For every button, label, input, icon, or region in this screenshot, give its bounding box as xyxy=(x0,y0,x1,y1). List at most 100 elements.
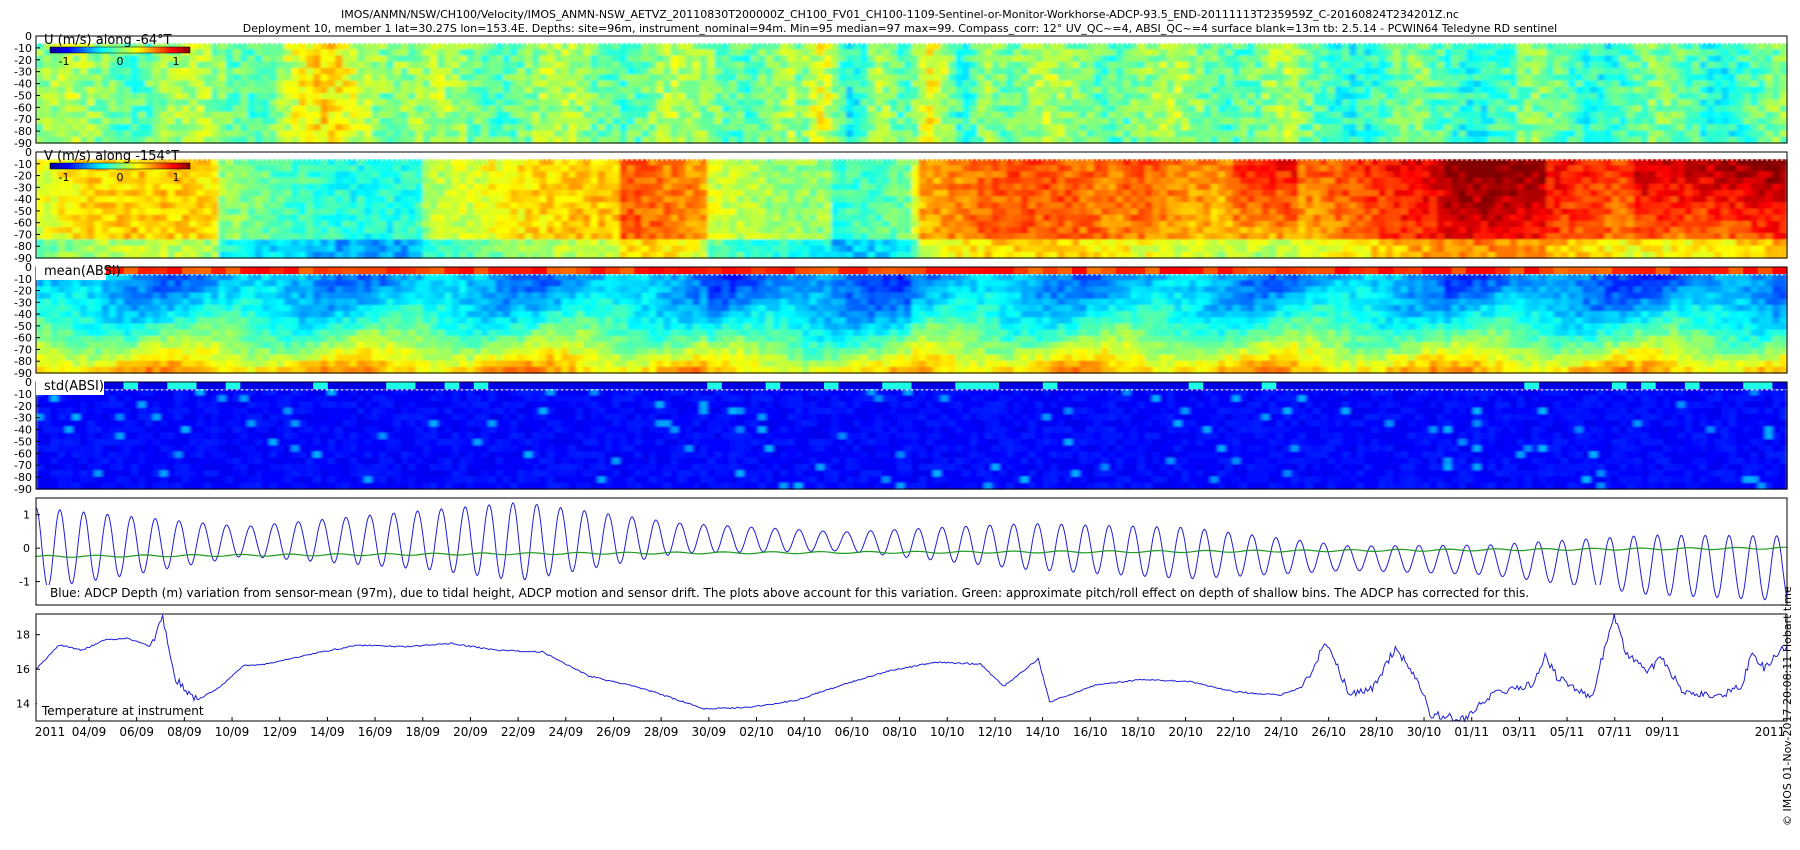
heatmap-cell xyxy=(634,49,643,57)
heatmap-cell xyxy=(1560,118,1569,125)
heatmap-cell xyxy=(780,61,789,69)
heatmap-cell xyxy=(1130,80,1139,88)
heatmap-cell xyxy=(1028,93,1037,100)
heatmap-cell xyxy=(1130,130,1139,138)
heatmap-cell xyxy=(1276,105,1285,113)
heatmap-cell xyxy=(889,49,898,57)
heatmap-cell xyxy=(875,130,883,138)
heatmap-cell xyxy=(1217,49,1226,57)
heatmap-cell xyxy=(94,74,103,82)
heatmap-cell xyxy=(43,105,52,113)
heatmap-cell xyxy=(1407,130,1416,138)
heatmap-cell xyxy=(1115,130,1124,138)
heatmap-cell xyxy=(1181,86,1190,94)
heatmap-cell xyxy=(1072,55,1080,63)
heatmap-cell xyxy=(597,111,606,119)
heatmap-cell xyxy=(641,55,650,63)
heatmap-cell xyxy=(269,130,278,138)
heatmap-cell xyxy=(1072,105,1080,113)
heatmap-cell xyxy=(1560,111,1569,119)
heatmap-cell xyxy=(444,49,453,57)
heatmap-cell xyxy=(911,99,920,107)
heatmap-cell xyxy=(889,130,898,138)
heatmap-cell xyxy=(145,86,154,94)
heatmap-cell xyxy=(87,220,95,228)
heatmap-cell xyxy=(1721,124,1730,132)
heatmap-cell xyxy=(1743,93,1752,100)
heatmap-cell xyxy=(707,49,716,57)
heatmap-cell xyxy=(36,239,44,247)
heatmap-cell xyxy=(1137,105,1146,113)
heatmap-cell xyxy=(502,55,511,63)
heatmap-cell xyxy=(1648,80,1657,88)
heatmap-cell xyxy=(721,93,730,100)
heatmap-cell xyxy=(699,130,708,138)
heatmap-cell xyxy=(422,214,431,222)
heatmap-cell xyxy=(481,130,489,138)
heatmap-cell xyxy=(1706,55,1715,63)
heatmap-cell xyxy=(656,55,665,63)
heatmap-cell xyxy=(1072,49,1080,57)
heatmap-cell xyxy=(1728,55,1737,63)
heatmap-cell xyxy=(1735,49,1744,57)
heatmap-cell xyxy=(1152,61,1161,69)
heatmap-cell xyxy=(429,74,438,82)
heatmap-cell xyxy=(1378,124,1387,132)
heatmap-cell xyxy=(765,130,774,138)
heatmap-cell xyxy=(692,124,701,132)
heatmap-cell xyxy=(1093,86,1102,94)
heatmap-cell xyxy=(349,214,358,222)
heatmap-cell xyxy=(678,105,686,113)
heatmap-cell xyxy=(1093,68,1102,75)
heatmap-cell xyxy=(1633,111,1642,119)
heatmap-cell xyxy=(108,74,117,82)
heatmap-cell xyxy=(510,61,519,69)
heatmap-cell xyxy=(1269,118,1277,125)
heatmap-cell xyxy=(926,61,934,69)
heatmap-cell xyxy=(1174,43,1183,50)
heatmap-cell xyxy=(1086,74,1095,82)
heatmap-cell xyxy=(313,165,322,172)
heatmap-cell xyxy=(1057,80,1066,88)
heatmap-cell xyxy=(875,124,883,132)
heatmap-cell xyxy=(999,61,1007,69)
heatmap-cell xyxy=(1560,124,1569,132)
heatmap-cell xyxy=(327,208,336,216)
heatmap-cell xyxy=(1502,105,1511,113)
heatmap-cell xyxy=(408,214,416,222)
heatmap-cell xyxy=(1465,61,1474,69)
heatmap-cell xyxy=(1137,74,1146,82)
heatmap-cell xyxy=(1604,55,1613,63)
heatmap-cell xyxy=(335,55,344,63)
heatmap-cell xyxy=(130,227,139,234)
heatmap-cell xyxy=(648,105,657,113)
heatmap-cell xyxy=(152,189,161,197)
heatmap-cell xyxy=(1232,93,1241,100)
heatmap-cell xyxy=(947,74,956,82)
heatmap-cell xyxy=(1159,124,1168,132)
heatmap-cell xyxy=(473,202,482,210)
heatmap-cell xyxy=(1050,68,1059,75)
heatmap-cell xyxy=(743,111,752,119)
heatmap-cell xyxy=(1517,74,1525,82)
heatmap-cell xyxy=(1108,61,1117,69)
heatmap-cell xyxy=(1429,99,1438,107)
heatmap-cell xyxy=(422,130,431,138)
heatmap-cell xyxy=(408,196,416,203)
heatmap-cell xyxy=(481,124,489,132)
heatmap-cell xyxy=(977,124,986,132)
heatmap-cell xyxy=(203,202,212,210)
heatmap-cell xyxy=(181,80,190,88)
heatmap-cell xyxy=(685,111,694,119)
heatmap-cell xyxy=(867,49,876,57)
heatmap-cell xyxy=(1203,80,1212,88)
heatmap-cell xyxy=(240,55,249,63)
heatmap-cell xyxy=(1400,130,1409,138)
heatmap-cell xyxy=(583,93,592,100)
heatmap-cell xyxy=(473,183,482,191)
heatmap-cell xyxy=(130,68,139,75)
heatmap-cell xyxy=(415,208,424,216)
heatmap-cell xyxy=(422,239,431,247)
heatmap-cell xyxy=(57,124,66,132)
heatmap-cell xyxy=(1633,61,1642,69)
